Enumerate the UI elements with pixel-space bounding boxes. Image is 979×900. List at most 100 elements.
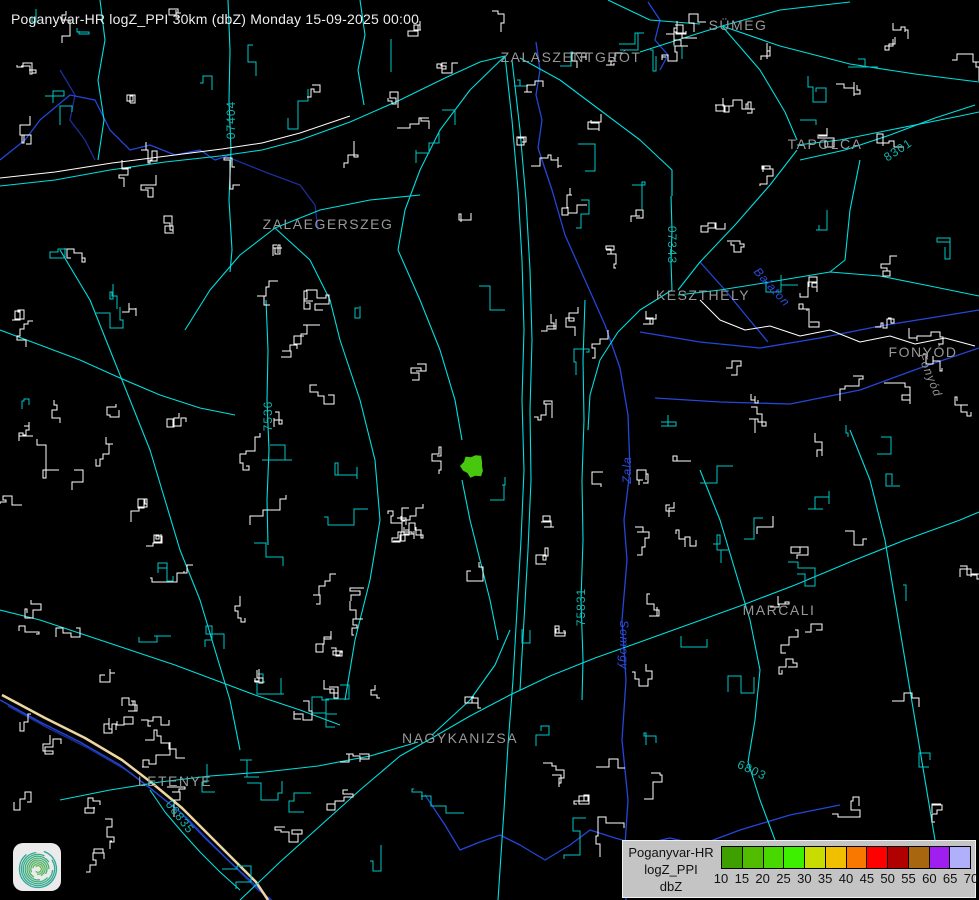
map-detail-line — [281, 345, 297, 357]
map-detail-line — [893, 23, 908, 39]
map-detail-line — [139, 636, 171, 642]
map-detail-line — [800, 277, 817, 297]
map-detail-line — [110, 284, 117, 309]
map-detail-line — [459, 213, 471, 222]
map-detail-line — [371, 685, 380, 698]
map-detail-line — [200, 76, 212, 90]
map-detail-line — [257, 281, 278, 305]
map-detail-line — [141, 717, 169, 726]
map-detail-line — [562, 188, 587, 215]
map-detail-line — [715, 105, 729, 112]
map-detail-line — [779, 659, 797, 674]
map-detail-line — [555, 626, 566, 636]
map-detail-line — [316, 631, 331, 652]
legend-panel: Poganyvar-HR logZ_PPI dbZ 10152025303540… — [622, 840, 976, 898]
map-line — [262, 116, 350, 143]
map-detail-line — [275, 827, 302, 842]
map-detail-line — [726, 361, 741, 375]
legend-color-scale — [721, 846, 971, 869]
map-detail-line — [543, 763, 564, 787]
map-detail-line — [86, 849, 104, 872]
map-detail-line — [564, 818, 586, 859]
map-detail-line — [832, 797, 860, 817]
map-detail-line — [273, 245, 282, 256]
map-detail-line — [416, 131, 439, 163]
legend-tick: 60 — [922, 871, 936, 886]
map-detail-line — [72, 470, 83, 490]
spiral-arc — [36, 866, 41, 873]
legend-color-bar: 10152025303540455055606570 — [721, 841, 973, 897]
map-detail-line — [701, 223, 725, 232]
map-detail-line — [324, 680, 338, 698]
map-detail-line — [574, 349, 589, 375]
map-detail-line — [840, 376, 863, 401]
map-detail-line — [266, 678, 284, 694]
map-detail-line — [25, 600, 41, 618]
map-detail-line — [576, 200, 589, 228]
map-line — [275, 195, 420, 228]
map-detail-line — [490, 477, 505, 500]
legend-tick: 20 — [755, 871, 769, 886]
map-detail-line — [370, 845, 381, 871]
map-detail-line — [845, 531, 867, 545]
map-detail-line — [45, 91, 64, 103]
map-detail-line — [12, 310, 24, 320]
map-detail-line — [100, 669, 115, 682]
map-detail-line — [524, 81, 543, 92]
map-detail-line — [647, 594, 659, 616]
map-detail-line — [815, 433, 822, 457]
legend-tick: 55 — [901, 871, 915, 886]
map-detail-line — [397, 118, 429, 129]
map-line — [275, 228, 340, 340]
legend-product: logZ_PPI — [623, 862, 719, 879]
map-detail-line — [158, 563, 173, 581]
map-detail-line — [274, 412, 282, 427]
map-detail-line — [335, 463, 357, 479]
map-detail-line — [676, 530, 696, 547]
map-detail-line — [635, 527, 649, 555]
map-detail-line — [467, 562, 483, 581]
map-detail-line — [955, 397, 971, 416]
map-detail-line — [632, 664, 652, 686]
map-detail-line — [479, 286, 505, 310]
legend-tick: 65 — [943, 871, 957, 886]
map-detail-line — [85, 798, 100, 813]
map-detail-line — [592, 472, 603, 487]
map-detail-line — [304, 291, 313, 309]
map-detail-line — [307, 85, 320, 97]
map-detail-line — [122, 303, 136, 316]
map-detail-line — [606, 246, 616, 268]
map-line — [655, 348, 979, 404]
map-detail-line — [96, 437, 113, 466]
map-line — [266, 300, 269, 545]
legend-cell — [804, 847, 825, 868]
map-detail-line — [294, 325, 320, 344]
map-detail-line — [119, 160, 131, 187]
map-detail-line — [808, 76, 826, 102]
map-line — [185, 228, 275, 330]
map-line — [432, 630, 510, 735]
map-line — [0, 95, 230, 160]
map-detail-line — [536, 548, 548, 564]
map-detail-line — [805, 624, 822, 632]
map-line — [700, 262, 768, 342]
map-detail-line — [643, 311, 656, 324]
legend-cell — [742, 847, 763, 868]
radar-map — [0, 0, 979, 900]
map-detail-line — [596, 759, 625, 768]
map-line — [150, 790, 240, 890]
legend-cell — [722, 847, 742, 868]
map-detail-line — [877, 134, 904, 147]
map-line — [60, 70, 95, 160]
map-detail-line — [662, 46, 681, 61]
map-detail-line — [235, 596, 245, 622]
map-line — [230, 158, 318, 230]
map-detail-line — [17, 321, 33, 347]
map-detail-line — [127, 95, 135, 103]
map-detail-line — [77, 28, 89, 34]
map-detail-line — [411, 364, 426, 380]
map-detail-line — [619, 33, 644, 50]
map-detail-line — [437, 63, 458, 73]
map-detail-line — [240, 433, 260, 470]
map-detail-line — [254, 543, 283, 566]
